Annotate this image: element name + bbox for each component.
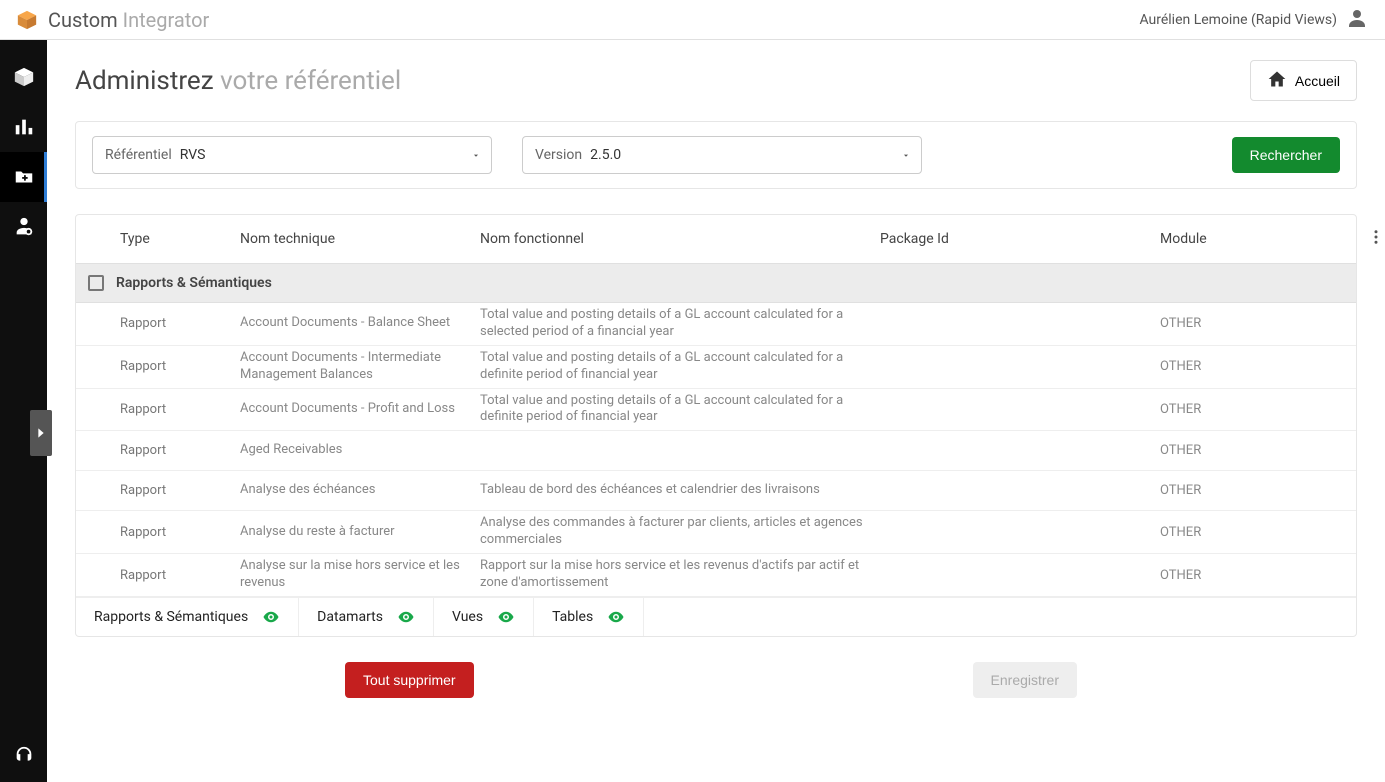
- version-value: 2.5.0: [590, 147, 621, 163]
- chevron-down-icon: [901, 146, 911, 165]
- cell-module: OTHER: [1156, 443, 1356, 458]
- col-fn[interactable]: Nom fonctionnel: [476, 231, 876, 247]
- cell-tech: Analyse sur la mise hors service et les …: [236, 558, 476, 592]
- user-display: Aurélien Lemoine (Rapid Views): [1139, 12, 1337, 28]
- table-row[interactable]: RapportAccount Documents - Profit and Lo…: [76, 389, 1356, 432]
- brand-light: Integrator: [123, 8, 210, 32]
- page-title: Administrez votre référentiel: [75, 66, 401, 96]
- table-row[interactable]: RapportAnalyse du reste à facturerAnalys…: [76, 511, 1356, 554]
- sidebar-expand-button[interactable]: [30, 410, 52, 456]
- table-row[interactable]: RapportAnalyse des échéancesTableau de b…: [76, 471, 1356, 511]
- topbar: Custom Integrator Aurélien Lemoine (Rapi…: [0, 0, 1385, 40]
- cell-tech: Analyse du reste à facturer: [236, 524, 476, 541]
- cell-fn: Tableau de bord des échéances et calendr…: [476, 482, 876, 499]
- sidebar-support[interactable]: [0, 745, 47, 767]
- cell-module: OTHER: [1156, 316, 1356, 331]
- sidebar: [0, 40, 47, 782]
- cell-type: Rapport: [116, 483, 236, 498]
- search-button[interactable]: Rechercher: [1232, 137, 1340, 173]
- sidebar-item-folder[interactable]: [0, 152, 47, 202]
- cell-fn: Analyse des commandes à facturer par cli…: [476, 515, 876, 549]
- referentiel-label: Référentiel: [105, 147, 172, 163]
- sidebar-item-cube[interactable]: [0, 52, 47, 102]
- cell-module: OTHER: [1156, 483, 1356, 498]
- eye-icon[interactable]: [497, 608, 515, 626]
- cell-type: Rapport: [116, 402, 236, 417]
- category-tab[interactable]: Datamarts: [299, 598, 434, 636]
- brand-name: Custom Integrator: [48, 8, 209, 32]
- table-row[interactable]: RapportAnalyse sur la mise hors service …: [76, 554, 1356, 597]
- category-tab[interactable]: Tables: [534, 598, 644, 636]
- col-module[interactable]: Module: [1156, 231, 1356, 247]
- cell-module: OTHER: [1156, 359, 1356, 374]
- cell-fn: Total value and posting details of a GL …: [476, 350, 876, 384]
- topbar-left: Custom Integrator: [16, 8, 209, 32]
- cell-tech: Analyse des échéances: [236, 482, 476, 499]
- eye-icon[interactable]: [397, 608, 415, 626]
- category-tab[interactable]: Rapports & Sémantiques: [76, 598, 299, 636]
- topbar-right: Aurélien Lemoine (Rapid Views): [1139, 6, 1369, 34]
- category-tab[interactable]: Vues: [434, 598, 534, 636]
- page-head: Administrez votre référentiel Accueil: [75, 60, 1357, 101]
- group-row: Rapports & Sémantiques: [76, 263, 1356, 303]
- home-label: Accueil: [1295, 73, 1340, 89]
- col-tech[interactable]: Nom technique: [236, 231, 476, 247]
- category-label: Tables: [552, 609, 593, 625]
- table-menu-button[interactable]: [1356, 228, 1385, 250]
- cell-tech: Account Documents - Balance Sheet: [236, 315, 476, 332]
- category-label: Rapports & Sémantiques: [94, 609, 248, 625]
- col-pkg[interactable]: Package Id: [876, 231, 1156, 247]
- table-row[interactable]: RapportAccount Documents - Balance Sheet…: [76, 303, 1356, 346]
- sidebar-item-chart[interactable]: [0, 102, 47, 152]
- cell-module: OTHER: [1156, 402, 1356, 417]
- version-label: Version: [535, 147, 582, 163]
- table-row[interactable]: RapportAged Receivables OTHER: [76, 431, 1356, 471]
- category-label: Datamarts: [317, 609, 383, 625]
- referentiel-select[interactable]: Référentiel RVS: [92, 136, 492, 174]
- page-title-light: votre référentiel: [220, 66, 401, 96]
- eye-icon[interactable]: [262, 608, 280, 626]
- page-title-bold: Administrez: [75, 66, 214, 96]
- user-icon[interactable]: [1345, 6, 1369, 34]
- home-icon: [1267, 69, 1287, 92]
- cell-type: Rapport: [116, 359, 236, 374]
- cell-tech: Account Documents - Profit and Loss: [236, 401, 476, 418]
- category-tabs: Rapports & Sémantiques Datamarts Vues Table…: [76, 597, 1356, 636]
- version-select[interactable]: Version 2.5.0: [522, 136, 922, 174]
- cell-tech: Aged Receivables: [236, 442, 476, 459]
- referentiel-value: RVS: [180, 147, 206, 163]
- brand-bold: Custom: [48, 8, 118, 32]
- table-row[interactable]: RapportAccount Documents - Intermediate …: [76, 346, 1356, 389]
- cell-module: OTHER: [1156, 525, 1356, 540]
- group-checkbox[interactable]: [88, 275, 104, 291]
- col-type[interactable]: Type: [116, 231, 236, 247]
- group-title: Rapports & Sémantiques: [116, 275, 272, 291]
- logo-icon: [16, 9, 38, 31]
- delete-all-button[interactable]: Tout supprimer: [345, 662, 474, 698]
- cell-type: Rapport: [116, 525, 236, 540]
- cell-tech: Account Documents - Intermediate Managem…: [236, 350, 476, 384]
- cell-module: OTHER: [1156, 568, 1356, 583]
- chevron-down-icon: [471, 146, 481, 165]
- category-label: Vues: [452, 609, 483, 625]
- main-content: Administrez votre référentiel Accueil Ré…: [47, 40, 1385, 782]
- action-row: Tout supprimer Enregistrer: [75, 662, 1357, 698]
- filter-bar: Référentiel RVS Version 2.5.0 Rechercher: [75, 121, 1357, 189]
- cell-fn: Total value and posting details of a GL …: [476, 393, 876, 427]
- sidebar-item-settings[interactable]: [0, 202, 47, 252]
- table-header: Type Nom technique Nom fonctionnel Packa…: [76, 215, 1356, 263]
- home-button[interactable]: Accueil: [1250, 60, 1357, 101]
- cell-type: Rapport: [116, 443, 236, 458]
- cell-type: Rapport: [116, 316, 236, 331]
- eye-icon[interactable]: [607, 608, 625, 626]
- cell-fn: Rapport sur la mise hors service et les …: [476, 558, 876, 592]
- save-button: Enregistrer: [973, 662, 1077, 698]
- cell-fn: Total value and posting details of a GL …: [476, 307, 876, 341]
- table-card: Type Nom technique Nom fonctionnel Packa…: [75, 214, 1357, 637]
- cell-type: Rapport: [116, 568, 236, 583]
